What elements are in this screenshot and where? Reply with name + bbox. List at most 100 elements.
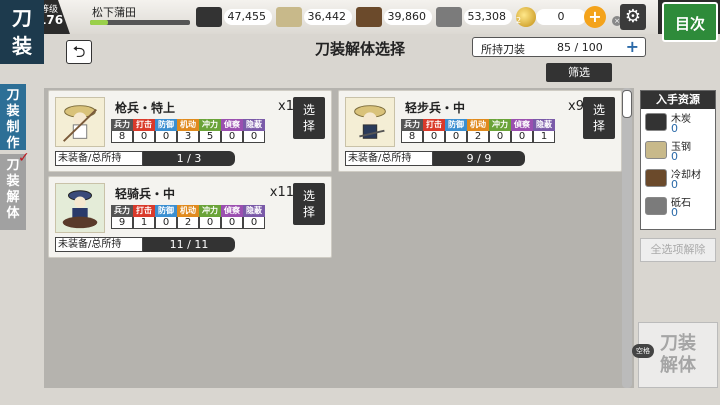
cooling-icon — [645, 169, 667, 187]
stat-header: 隐蔽 — [533, 119, 555, 131]
item-card-light-infantry[interactable]: 轻步兵・中 x9 选择 兵力 打击 防御 机动 冲力 偵察 隐蔽 8 0 0 2 0 0 1 未装备/总所… — [338, 90, 622, 172]
stat-header: 兵力 — [401, 119, 423, 131]
disassemble-label-2: 解体 — [660, 355, 696, 376]
item-count: x1 — [278, 99, 294, 114]
stat-header: 偵察 — [221, 205, 243, 217]
tab-disassemble-label: 刀装解体 — [6, 158, 20, 221]
stat-header: 打击 — [133, 119, 155, 131]
filter-button[interactable]: 筛选 — [546, 63, 612, 82]
light-infantry-icon — [354, 105, 386, 139]
select-button[interactable]: 选择 — [293, 97, 325, 139]
koban-icon: 2 — [516, 7, 536, 27]
stat-header: 机动 — [177, 119, 199, 131]
exp-bar — [90, 20, 190, 25]
stat-header: 冲力 — [199, 119, 221, 131]
stat-value: 8 — [111, 131, 133, 143]
menu-button[interactable]: 目次 — [662, 2, 718, 42]
stat-header: 防御 — [155, 205, 177, 217]
gain-row-whetstone: 砥石 0 — [641, 193, 715, 221]
item-card-light-cavalry[interactable]: 轻骑兵・中 x11 选择 兵力 打击 防御 机动 冲力 偵察 隐蔽 9 1 0 2 0 0 0 未装备/总… — [48, 176, 332, 258]
resource-value: 36,442 — [304, 9, 352, 25]
owned-label: 所持刀装 — [481, 43, 525, 56]
soldier-portrait — [55, 183, 105, 233]
expand-capacity-button[interactable]: + — [626, 37, 639, 56]
stat-header: 隐蔽 — [243, 119, 265, 131]
exp-bar-fill — [90, 20, 108, 25]
stat-value: 5 — [199, 131, 221, 143]
stat-value: 0 — [199, 217, 221, 229]
logo-line1: 刀 — [12, 6, 32, 30]
stat-value: 0 — [221, 217, 243, 229]
stat-header: 冲力 — [489, 119, 511, 131]
stat-table: 兵力 打击 防御 机动 冲力 偵察 隐蔽 9 1 0 2 0 0 0 — [111, 205, 265, 229]
stat-value: 9 — [111, 217, 133, 229]
stat-header: 打击 — [423, 119, 445, 131]
resource-value: 47,455 — [224, 9, 272, 25]
stat-header: 偵察 — [221, 119, 243, 131]
stat-value: 0 — [155, 217, 177, 229]
koban-add-button[interactable]: + — [584, 6, 606, 28]
stat-header: 兵力 — [111, 119, 133, 131]
gain-value: 0 — [671, 150, 678, 163]
equip-label: 未装备/总所持 — [345, 151, 433, 166]
stat-header: 冲力 — [199, 205, 221, 217]
stat-value: 0 — [445, 131, 467, 143]
stat-value: 1 — [533, 131, 555, 143]
active-tab-check-icon: ✓ — [18, 150, 30, 166]
tamahagane-icon — [276, 7, 302, 27]
soldier-portrait — [55, 97, 105, 147]
cooling-icon — [356, 7, 382, 27]
space-key-hint: 空格 — [632, 344, 654, 358]
tab-craft[interactable]: 刀装制作 — [0, 84, 26, 151]
stat-value: 3 — [177, 131, 199, 143]
gain-row-tamahagane: 玉钢 0 — [641, 137, 715, 165]
stat-value: 0 — [511, 131, 533, 143]
stat-value: 1 — [133, 217, 155, 229]
gain-resources-title: 入手资源 — [641, 91, 715, 109]
item-card-spearman[interactable]: 枪兵・特上 x1 选择 兵力 打击 防御 机动 冲力 偵察 隐蔽 8 0 0 3 5 0 0 未装备/总所… — [48, 90, 332, 172]
whetstone-icon — [436, 7, 462, 27]
item-name: 轻骑兵・中 — [115, 187, 176, 201]
stat-value: 0 — [221, 131, 243, 143]
gain-value: 0 — [671, 122, 678, 135]
stat-header: 机动 — [177, 205, 199, 217]
stat-table: 兵力 打击 防御 机动 冲力 偵察 隐蔽 8 0 0 3 5 0 0 — [111, 119, 265, 143]
stat-value: 0 — [489, 131, 511, 143]
select-button[interactable]: 选择 — [583, 97, 615, 139]
stat-value: 0 — [243, 131, 265, 143]
stat-value: 2 — [177, 217, 199, 229]
stat-value: 0 — [423, 131, 445, 143]
stat-value: 0 — [155, 131, 177, 143]
charcoal-icon — [645, 113, 667, 131]
scrollbar[interactable] — [622, 88, 632, 388]
stat-header: 偵察 — [511, 119, 533, 131]
stat-header: 防御 — [155, 119, 177, 131]
equip-label: 未装备/总所持 — [55, 151, 143, 166]
stat-value: 0 — [133, 131, 155, 143]
gain-row-cooling: 冷却材 0 — [641, 165, 715, 193]
scrollbar-thumb[interactable] — [622, 90, 632, 118]
equip-value: 11 / 11 — [143, 237, 235, 252]
stat-table: 兵力 打击 防御 机动 冲力 偵察 隐蔽 8 0 0 2 0 0 1 — [401, 119, 555, 143]
gain-row-charcoal: 木炭 0 — [641, 109, 715, 137]
select-label: 选择 — [593, 103, 606, 133]
tamahagane-icon — [645, 141, 667, 159]
owned-value: 85 / 100 — [557, 41, 603, 54]
item-name: 轻步兵・中 — [405, 101, 466, 115]
gain-value: 0 — [671, 206, 678, 219]
gear-icon[interactable]: ⚙ — [620, 4, 646, 30]
owned-count: 所持刀装 85 / 100 + — [472, 37, 646, 57]
stat-header: 机动 — [467, 119, 489, 131]
item-count: x11 — [269, 185, 294, 200]
stat-value: 0 — [243, 217, 265, 229]
stat-header: 隐蔽 — [243, 205, 265, 217]
select-button[interactable]: 选择 — [293, 183, 325, 225]
resource-value: 39,860 — [384, 9, 432, 25]
stat-value: 2 — [467, 131, 489, 143]
clear-all-button[interactable]: 全选项解除 — [640, 238, 716, 262]
select-label: 选择 — [303, 189, 316, 219]
stat-header: 防御 — [445, 119, 467, 131]
tab-craft-label: 刀装制作 — [6, 88, 20, 151]
equip-value: 1 / 3 — [143, 151, 235, 166]
charcoal-icon — [196, 7, 222, 27]
